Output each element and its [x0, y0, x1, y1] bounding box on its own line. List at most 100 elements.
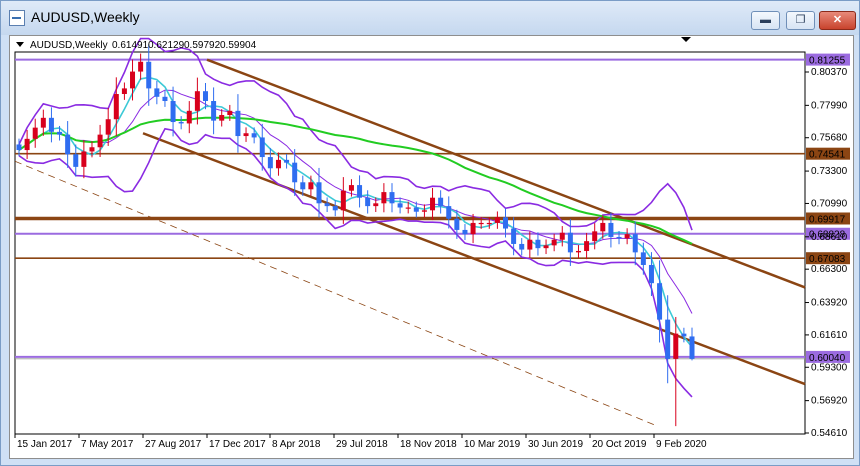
candle-body [494, 217, 500, 223]
window-title: AUDUSD,Weekly [31, 9, 140, 25]
x-tick-label: 29 Jul 2018 [336, 439, 388, 450]
candle-body [16, 144, 22, 151]
candle-body [357, 185, 363, 198]
info-close: 0.59904 [220, 40, 257, 51]
candle-body [154, 88, 160, 97]
candle-body [308, 182, 314, 190]
minimize-button[interactable]: ▬ [751, 11, 780, 30]
candle-body [40, 117, 46, 128]
candle-body [454, 218, 460, 230]
candle-body [121, 88, 127, 95]
bollinger-middle-line [18, 89, 693, 314]
candle-body [235, 110, 241, 137]
candle-body [584, 241, 590, 251]
chart-window-icon [9, 10, 25, 26]
candle-body [446, 206, 452, 219]
candle-body [438, 197, 444, 207]
y-tick-label: 0.56920 [811, 396, 848, 407]
candle-body [486, 222, 492, 225]
candle-body [470, 222, 476, 235]
candle-body [332, 206, 338, 211]
candle-body [665, 319, 671, 359]
candle-body [138, 61, 144, 72]
y-tick-label: 0.59300 [811, 362, 848, 373]
candle-body [616, 236, 622, 239]
candle-body [73, 154, 79, 167]
y-tick-label: 0.73300 [811, 166, 848, 177]
y-tick-label: 0.61610 [811, 330, 848, 341]
slow-ma-line [18, 116, 693, 245]
candle-body [511, 228, 517, 244]
y-tick-label: 0.68610 [811, 232, 848, 243]
candle-body [519, 243, 525, 250]
y-tick-label: 0.80370 [811, 67, 848, 78]
candle-body [81, 151, 87, 167]
candle-body [681, 333, 687, 337]
candle-body [365, 197, 371, 207]
x-tick-label: 18 Nov 2018 [400, 439, 457, 450]
info-header: AUDUSD,Weekly 0.61491 0.62129 0.59792 0.… [16, 40, 257, 51]
x-tick-label: 15 Jan 2017 [17, 439, 72, 450]
candle-body [324, 203, 330, 207]
candle-body [340, 190, 346, 211]
price-level-label: 0.81255 [809, 56, 846, 67]
candle-body [503, 217, 509, 229]
chart-canvas[interactable]: 0.812550.745410.699170.688280.670830.600… [10, 36, 853, 458]
candle-body [535, 239, 541, 249]
candle-body [202, 91, 208, 102]
candle-body [162, 96, 168, 102]
candle-body [48, 117, 54, 132]
candle-body [146, 61, 152, 89]
x-tick-label: 10 Mar 2019 [464, 439, 521, 450]
candle-body [381, 192, 387, 204]
candle-body [657, 283, 663, 320]
candle-body [89, 147, 95, 152]
info-high: 0.62129 [148, 40, 185, 51]
candle-body [462, 229, 468, 235]
candle-body [608, 222, 614, 237]
chart-shift-marker-icon[interactable] [681, 37, 691, 42]
candle-body [575, 250, 581, 253]
candle-body [65, 134, 71, 155]
chart-window: AUDUSD,Weekly ▬ ❐ ✕ 0.81255 0.74541 0.6991… [0, 0, 860, 466]
candle-body [24, 138, 30, 151]
price-chart[interactable]: 0.81255 0.74541 0.69917 0.68828 0.67083 0.600… [9, 35, 854, 459]
y-tick-label: 0.70990 [811, 198, 848, 209]
info-symbol: AUDUSD,Weekly [30, 40, 108, 51]
candle-body [211, 101, 217, 121]
candle-body [251, 133, 257, 138]
candle-body [648, 264, 654, 284]
x-tick-label: 8 Apr 2018 [272, 439, 321, 450]
close-button[interactable]: ✕ [819, 11, 856, 30]
candle-body [640, 252, 646, 265]
x-tick-label: 20 Oct 2019 [592, 439, 647, 450]
candle-body [105, 119, 111, 135]
candle-body [559, 232, 565, 240]
x-tick-label: 7 May 2017 [81, 439, 134, 450]
y-tick-label: 0.66300 [811, 264, 848, 275]
y-tick-label: 0.75680 [811, 133, 848, 144]
candle-body [275, 159, 281, 169]
candle-body [421, 210, 427, 212]
candle-body [600, 222, 606, 232]
info-open: 0.61491 [112, 40, 149, 51]
candle-body [543, 245, 549, 249]
x-tick-label: 9 Feb 2020 [656, 439, 707, 450]
candle-body [97, 134, 103, 148]
x-axis: 15 Jan 2017 7 May 2017 27 Aug 2017 17 Dec 2… [14, 434, 707, 450]
window-titlebar[interactable]: AUDUSD,Weekly ▬ ❐ ✕ [1, 1, 859, 35]
restore-button[interactable]: ❐ [786, 11, 815, 30]
y-tick-label: 0.54610 [811, 428, 848, 439]
candle-body [567, 232, 573, 253]
candle-body [592, 231, 598, 242]
x-tick-label: 17 Dec 2017 [209, 439, 266, 450]
y-tick-label: 0.63920 [811, 298, 848, 309]
candle-body [32, 127, 38, 139]
fast-ma-line [18, 76, 693, 348]
candle-body [227, 110, 233, 116]
candle-body [259, 137, 265, 158]
candle-body [389, 192, 395, 204]
price-level-label: 0.74541 [809, 150, 846, 161]
candle-body [170, 101, 176, 123]
collapse-triangle-icon[interactable] [16, 42, 24, 47]
